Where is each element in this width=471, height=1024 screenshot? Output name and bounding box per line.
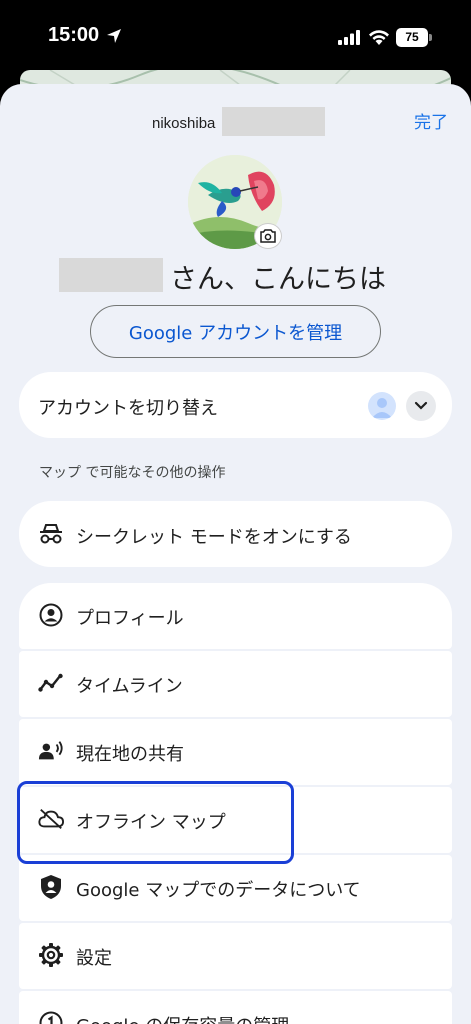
menu-item-storage[interactable]: Google の保存容量の管理 [19,991,452,1024]
gear-icon [38,942,64,968]
done-button[interactable]: 完了 [414,108,448,133]
menu-item-location-sharing[interactable]: 現在地の共有 [19,719,452,785]
cellular-signal-icon [338,30,360,45]
menu-item-label: タイムライン [76,676,183,697]
incognito-label: シークレット モードをオンにする [76,527,352,548]
menu-item-label: 現在地の共有 [76,744,184,765]
redacted-email [222,107,325,136]
account-username: nikoshiba [152,115,216,132]
menu-item-data-in-maps[interactable]: Google マップでのデータについて [19,855,452,921]
battery-icon: 75 [396,28,432,47]
menu-item-label: Google マップでのデータについて [76,880,361,901]
redacted-display-name [59,258,163,292]
timeline-icon [38,670,64,696]
highlight-annotation [17,781,294,864]
storage-one-icon [38,1010,64,1024]
menu-item-label: Google の保存容量の管理 [76,1012,289,1024]
wifi-icon [369,30,389,45]
incognito-mode-row[interactable]: シークレット モードをオンにする [19,501,452,567]
status-time: 15:00 [48,24,100,46]
location-sharing-icon [38,738,64,764]
switch-account-row[interactable]: アカウントを切り替え [19,372,452,438]
menu-item-profile[interactable]: プロフィール [19,583,452,649]
location-arrow-icon [107,29,121,43]
account-circle-icon [38,602,64,628]
manage-account-button[interactable]: Google アカウントを管理 [90,305,381,358]
section-label: マップ で可能なその他の操作 [39,465,226,481]
status-bar: 15:00 75 [0,0,471,76]
battery-level: 75 [396,28,428,47]
chevron-down-icon[interactable] [406,391,436,421]
camera-icon[interactable] [254,223,282,249]
menu-item-settings[interactable]: 設定 [19,923,452,989]
switch-account-label: アカウントを切り替え [38,398,218,419]
menu-item-label: プロフィール [76,608,184,629]
menu-item-timeline[interactable]: タイムライン [19,651,452,717]
shield-user-icon [38,874,64,900]
greeting-text: さん、こんにちは [170,264,386,295]
menu-item-label: 設定 [76,948,112,969]
secondary-account-avatar [368,392,396,420]
incognito-icon [38,521,64,547]
